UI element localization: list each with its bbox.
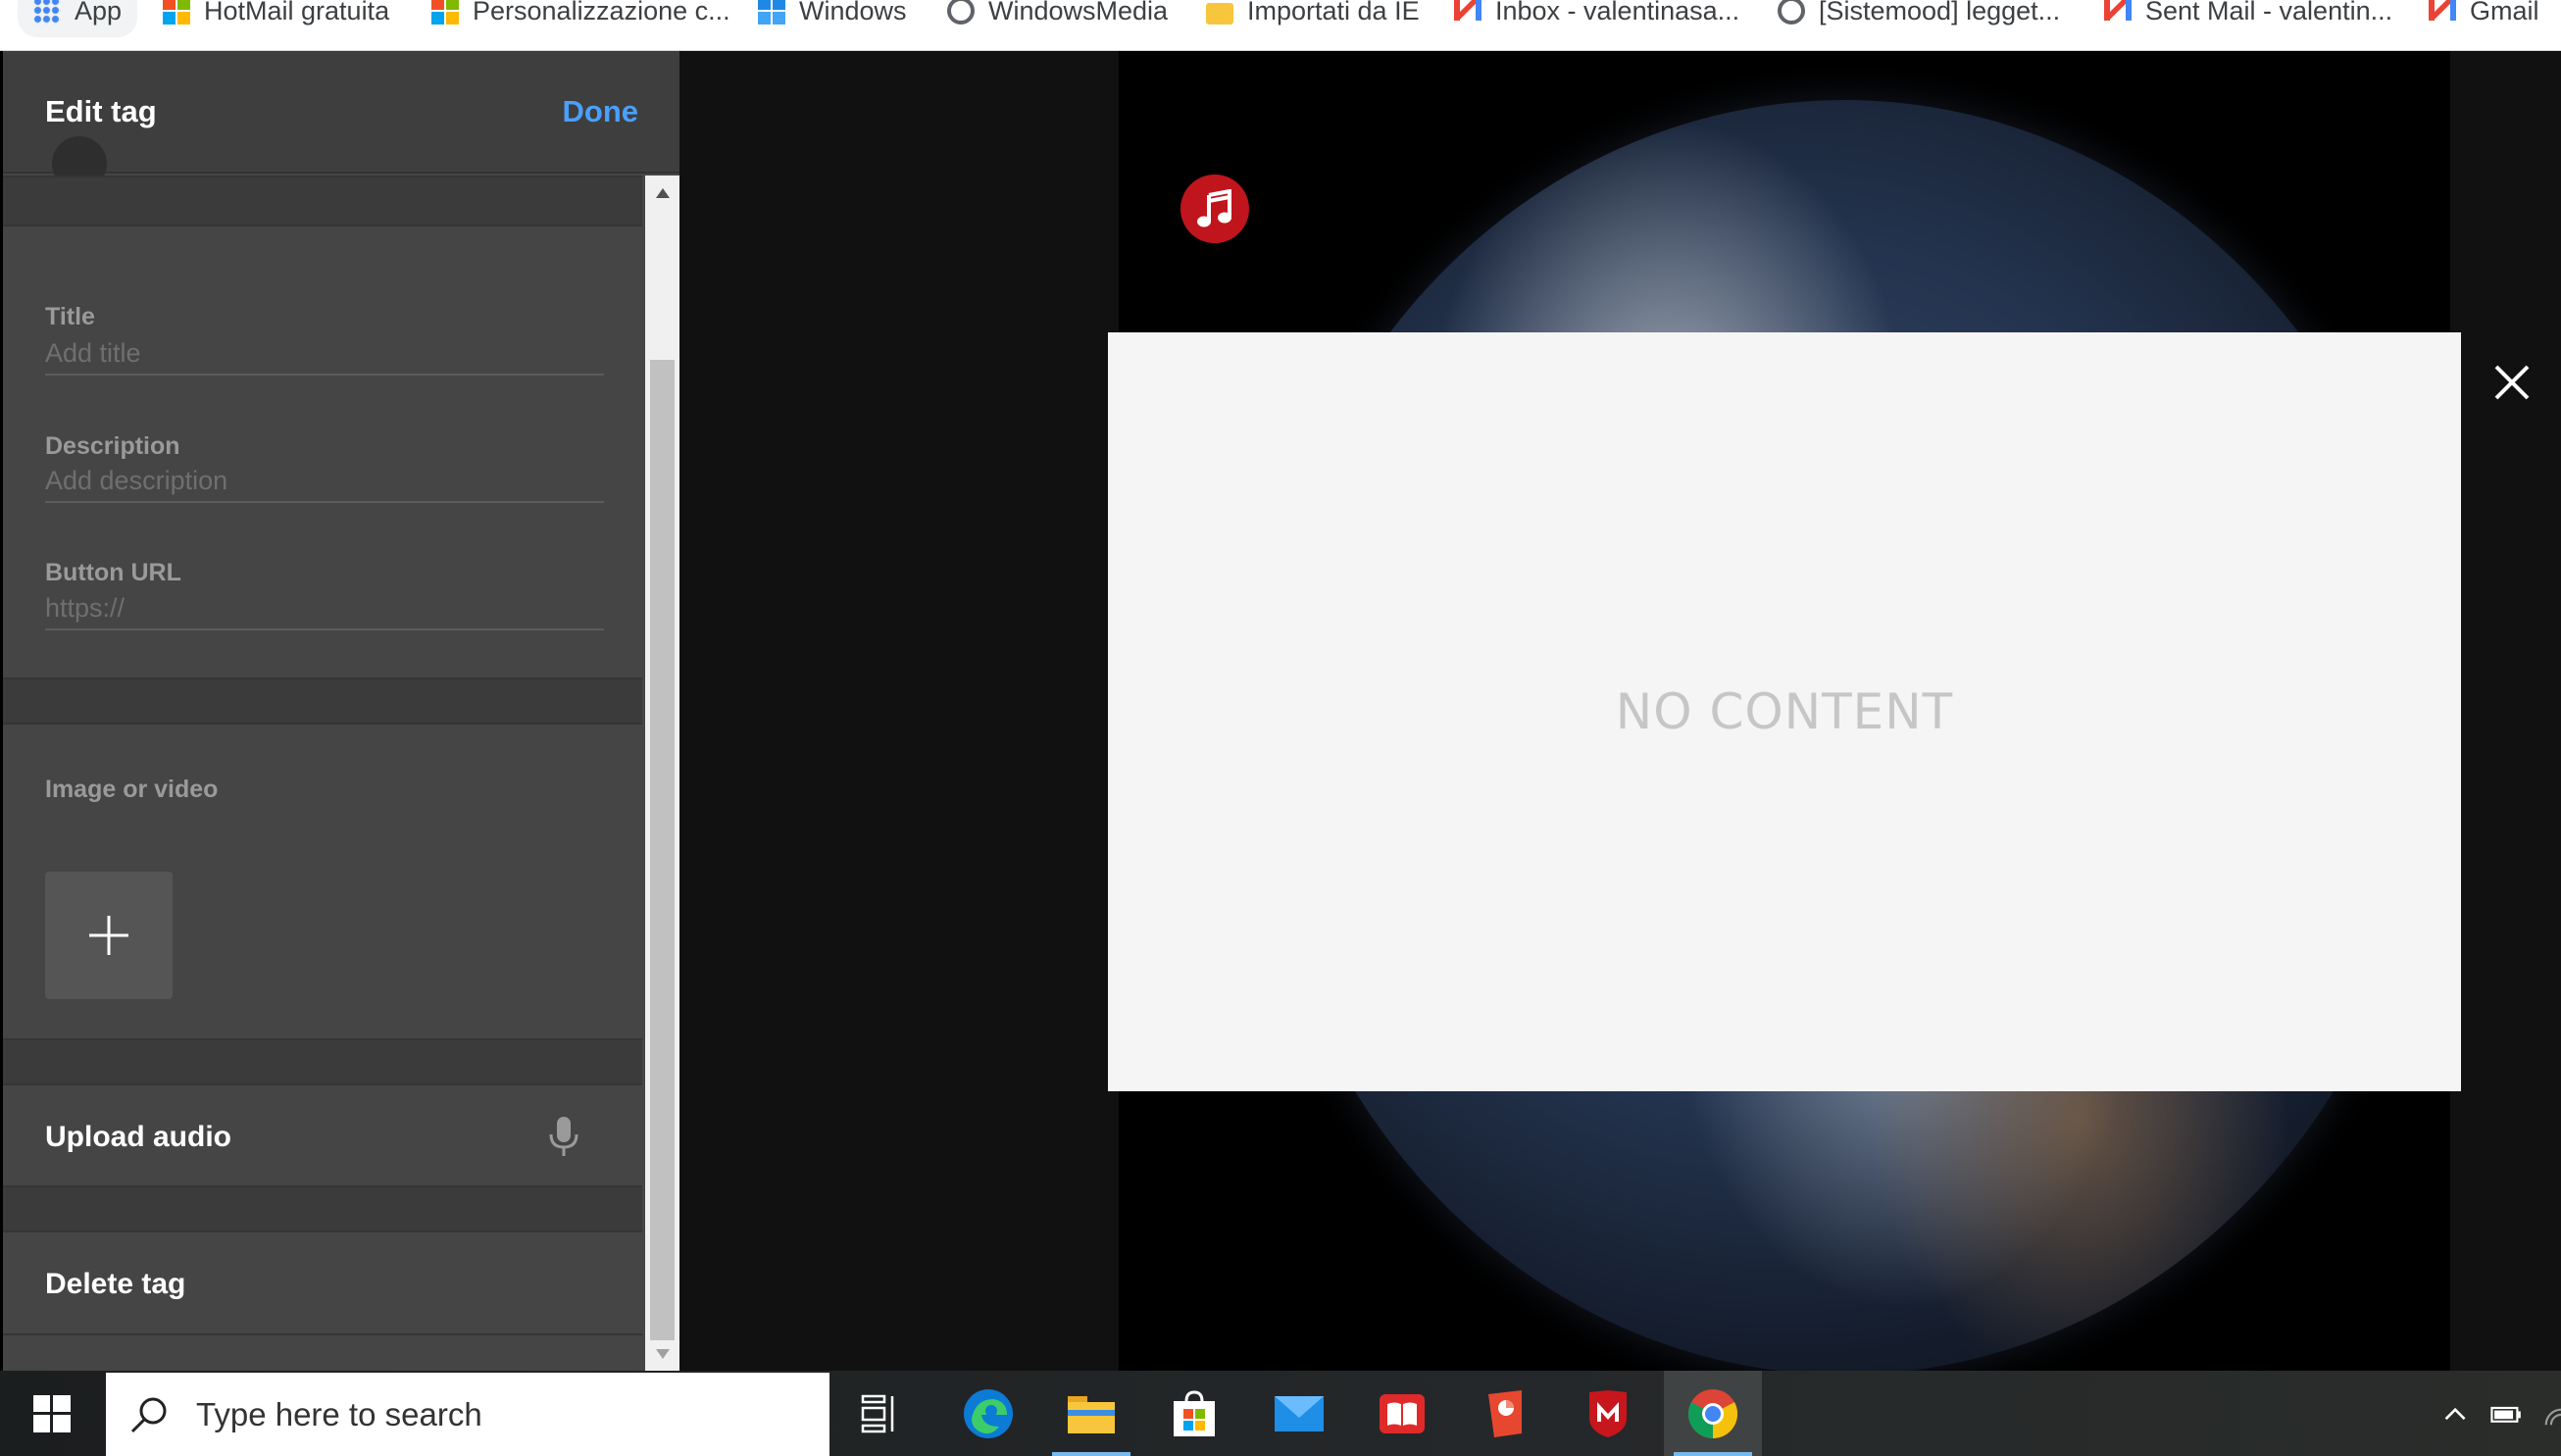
gmail-icon [2429,0,2456,25]
bookmark-inbox[interactable]: Inbox - valentinasa... [1454,0,1739,35]
globe-icon [1778,0,1805,25]
bookmark-label: Importati da IE [1247,0,1420,25]
bookmark-label: App [75,0,123,25]
section-divider [3,1185,642,1232]
globe-icon [947,0,975,25]
edit-tag-panel: Edit tag Done Title Description Button U… [3,51,679,1371]
button-url-label: Button URL [45,559,181,586]
folder-icon [1068,1395,1115,1433]
upload-audio-button[interactable]: Upload audio [45,1121,231,1154]
bookmark-hotmail[interactable]: HotMail gratuita [163,0,389,35]
chevron-up-icon[interactable] [2443,1404,2467,1424]
gmail-icon [1454,0,1481,25]
bookmark-personalizzazione[interactable]: Personalizzazione c... [431,0,730,35]
task-view-button[interactable] [831,1371,929,1456]
taskbar-chrome[interactable] [1664,1371,1762,1456]
title-input[interactable] [45,332,604,376]
battery-icon[interactable] [2488,1399,2523,1429]
no-content-text: NO CONTENT [1615,683,1954,740]
chrome-browser-icon [1687,1388,1738,1438]
section-divider [3,678,642,725]
edge-browser-icon [964,1388,1013,1438]
triangle-down-icon [655,1348,670,1359]
tag-preview-modal: NO CONTENT [1108,332,2461,1091]
music-note-icon [1197,189,1231,227]
search-placeholder: Type here to search [196,1395,482,1432]
taskbar-edge[interactable] [939,1371,1037,1456]
close-icon[interactable] [2490,361,2534,404]
gmail-icon [2104,0,2132,25]
store-bag-icon [1174,1389,1215,1436]
title-label: Title [45,303,95,330]
panel-scroll-area[interactable]: Title Description Button URL Image or vi… [3,136,642,1371]
bookmark-label: Inbox - valentinasa... [1495,0,1740,25]
audio-tag-hotspot[interactable] [1180,175,1249,243]
bookmark-label: Sent Mail - valentin... [2145,0,2393,25]
search-icon [130,1397,167,1432]
delete-tag-button[interactable]: Delete tag [45,1268,185,1301]
plus-icon [89,916,128,955]
bookmark-label: [Sistemood] legget... [1819,0,2061,25]
mail-envelope-icon [1275,1395,1324,1431]
bookmark-importati[interactable]: Importati da IE [1206,0,1420,35]
book-icon [1380,1393,1425,1433]
microphone-icon[interactable] [544,1115,583,1158]
done-button[interactable]: Done [563,94,639,129]
bookmark-label: Personalizzazione c... [473,0,730,25]
apps-grid-icon [33,0,61,25]
taskbar-mail[interactable] [1250,1371,1348,1456]
taskbar-reader[interactable] [1353,1371,1451,1456]
add-media-button[interactable] [45,872,173,999]
section-divider [3,176,642,226]
scroll-down-arrow[interactable] [645,1336,679,1371]
bookmark-windows[interactable]: Windows [758,0,907,35]
bookmark-label: Windows [799,0,907,25]
start-button[interactable] [0,1371,103,1456]
screen: App HotMail gratuita Personalizzazione c… [0,0,2561,1456]
microsoft-icon [431,0,459,25]
panel-scrollbar[interactable] [645,176,679,1371]
bookmark-sent-mail[interactable]: Sent Mail - valentin... [2104,0,2392,35]
taskbar-store[interactable] [1145,1371,1243,1456]
description-input[interactable] [45,460,604,503]
triangle-up-icon [655,187,670,198]
windows-icon [758,0,785,25]
bookmark-windowsmedia[interactable]: WindowsMedia [947,0,1168,35]
folder-icon [1206,3,1233,25]
media-label: Image or video [45,776,219,803]
wifi-icon[interactable] [2544,1399,2561,1429]
bookmark-sistemood[interactable]: [Sistemood] legget... [1778,0,2060,35]
task-view-icon [861,1394,894,1432]
description-label: Description [45,432,180,460]
presentation-icon [1488,1389,1522,1437]
button-url-input[interactable] [45,587,604,630]
scrollbar-thumb[interactable] [650,360,675,1340]
bookmark-gmail[interactable]: Gmail [2429,0,2539,35]
taskbar-powerpoint[interactable] [1456,1371,1554,1456]
bookmark-apps[interactable]: App [18,0,138,37]
system-tray [2424,1371,2561,1456]
bookmark-label: Gmail [2470,0,2539,25]
panel-title: Edit tag [45,94,157,128]
bookmarks-bar: App HotMail gratuita Personalizzazione c… [0,0,2561,51]
taskbar-mcafee[interactable] [1559,1371,1657,1456]
windows-logo-icon [32,1394,71,1432]
bookmark-label: HotMail gratuita [204,0,390,25]
microsoft-icon [163,0,190,25]
windows-taskbar: Type here to search [0,1371,2561,1456]
shield-icon [1589,1389,1627,1437]
taskbar-search[interactable]: Type here to search [106,1373,829,1456]
taskbar-file-explorer[interactable] [1042,1371,1140,1456]
section-divider [3,1333,642,1371]
scroll-up-arrow[interactable] [645,176,679,210]
bookmark-label: WindowsMedia [988,0,1169,25]
section-divider [3,1038,642,1085]
